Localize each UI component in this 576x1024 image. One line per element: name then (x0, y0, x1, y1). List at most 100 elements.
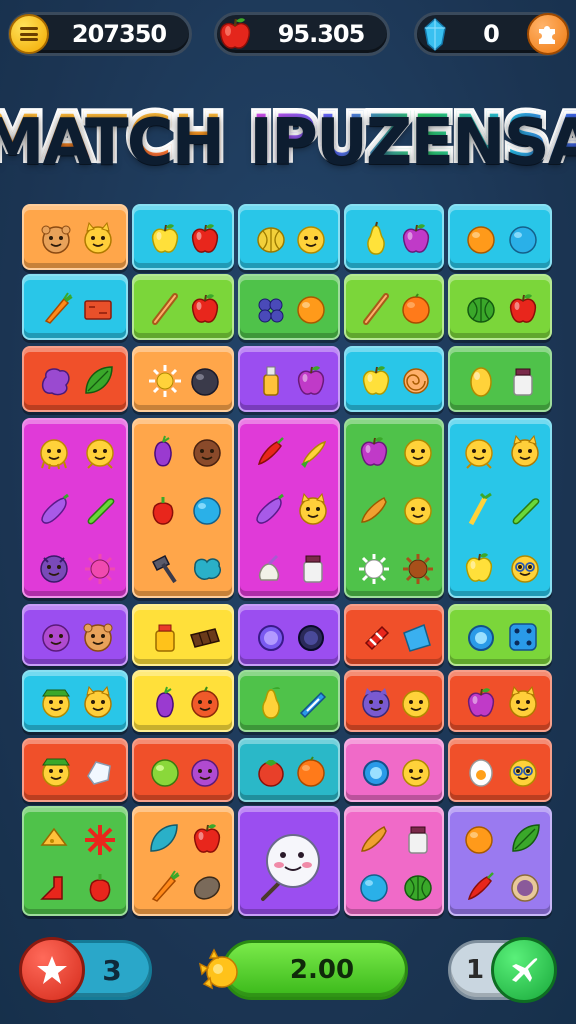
board-tile[interactable] (22, 418, 128, 598)
pink-spike-icon (82, 550, 118, 586)
board-tile[interactable] (22, 738, 128, 802)
grape-icon (147, 685, 183, 721)
cat-face-icon (80, 685, 116, 721)
purple-blob-icon (38, 363, 74, 399)
pear-orange-icon (356, 492, 392, 528)
cat-face-icon (505, 685, 541, 721)
board-tile[interactable] (344, 806, 444, 916)
board-tile[interactable] (132, 274, 234, 340)
corn-icon (295, 434, 331, 470)
smiley-icon (398, 685, 434, 721)
board-tile[interactable] (22, 806, 128, 916)
board-tile[interactable] (448, 346, 552, 412)
gem-icon (415, 14, 455, 54)
board-tile[interactable] (238, 418, 340, 598)
board-tile[interactable] (22, 604, 128, 666)
board-tile[interactable] (22, 274, 128, 340)
plum-face-icon (38, 619, 74, 655)
board-tile[interactable] (344, 204, 444, 270)
bear-face-icon (38, 221, 74, 257)
plum-icon (356, 434, 392, 470)
board-tile[interactable] (238, 604, 340, 666)
smiley-icon (293, 221, 329, 257)
board-tile[interactable] (22, 204, 128, 270)
board-tile[interactable] (132, 604, 234, 666)
jar-icon (295, 550, 331, 586)
board-tile[interactable] (238, 346, 340, 412)
cookie-icon (507, 869, 543, 905)
board-tile[interactable] (132, 738, 234, 802)
menu-icon[interactable] (9, 14, 49, 54)
board-tile[interactable] (344, 346, 444, 412)
board-tile[interactable] (238, 274, 340, 340)
board-tile[interactable] (132, 418, 234, 598)
board-tile[interactable] (132, 806, 234, 916)
coin-value: 207350 (71, 20, 167, 48)
red-pepper-icon (145, 492, 181, 528)
glasses-face-icon (507, 550, 543, 586)
red-chili-icon (461, 869, 497, 905)
white-spike-icon (356, 550, 392, 586)
candy-icon (358, 619, 394, 655)
blue-candy-icon (293, 685, 329, 721)
board-tile[interactable] (448, 670, 552, 732)
leaf-icon (507, 821, 543, 857)
yellow-apple-icon (358, 363, 394, 399)
board-tile[interactable] (22, 346, 128, 412)
boot-icon (36, 869, 72, 905)
board-tile[interactable] (132, 204, 234, 270)
stick-icon (358, 291, 394, 327)
jar-icon (400, 821, 436, 857)
purple-monster-icon (36, 550, 72, 586)
carrot-icon (145, 869, 181, 905)
puzzle-icon[interactable] (527, 13, 569, 55)
board-tile[interactable] (238, 806, 340, 916)
orange-fruit-icon (398, 291, 434, 327)
plum-face-icon (187, 754, 223, 790)
cheese-icon (36, 821, 72, 857)
plum-icon (398, 221, 434, 257)
board-tile[interactable] (238, 670, 340, 732)
cat-face-icon (80, 221, 116, 257)
board-tile[interactable] (132, 670, 234, 732)
board-tile[interactable] (238, 204, 340, 270)
lives-counter[interactable]: 3 (19, 937, 152, 1003)
chick-icon (82, 434, 118, 470)
octopus-icon (36, 434, 72, 470)
board-tile[interactable] (448, 418, 552, 598)
board-tile[interactable] (344, 604, 444, 666)
board-tile[interactable] (344, 670, 444, 732)
board-tile[interactable] (344, 274, 444, 340)
board-tile[interactable] (448, 604, 552, 666)
board-tile[interactable] (448, 274, 552, 340)
dark-ball-icon (187, 363, 223, 399)
blue-ball-icon (189, 492, 225, 528)
board-tile[interactable] (238, 738, 340, 802)
yellow-apple-icon (461, 550, 497, 586)
board-tile[interactable] (132, 346, 234, 412)
orange-fruit-icon (293, 754, 329, 790)
board-tile[interactable] (448, 204, 552, 270)
airplane-icon[interactable] (491, 937, 557, 1003)
bottle-icon (253, 363, 289, 399)
star-icon[interactable] (19, 937, 85, 1003)
board-tile[interactable] (22, 670, 128, 732)
pear-icon (358, 221, 394, 257)
board-tile[interactable] (344, 738, 444, 802)
blue-die-icon (505, 619, 541, 655)
blue-ring-icon (463, 619, 499, 655)
smiley-icon (400, 492, 436, 528)
red-brick-icon (80, 291, 116, 327)
egg-icon (463, 754, 499, 790)
board-tile[interactable] (448, 738, 552, 802)
eggplant-icon (36, 492, 72, 528)
orange-icon (461, 821, 497, 857)
gem-value: 0 (483, 20, 500, 48)
yellow-apple-icon (147, 221, 183, 257)
board-tile[interactable] (448, 806, 552, 916)
apple-icon (215, 14, 255, 54)
garlic-icon (251, 550, 287, 586)
moves-counter[interactable]: 1 (448, 937, 557, 1003)
dark-ring-icon (293, 619, 329, 655)
board-tile[interactable] (344, 418, 444, 598)
